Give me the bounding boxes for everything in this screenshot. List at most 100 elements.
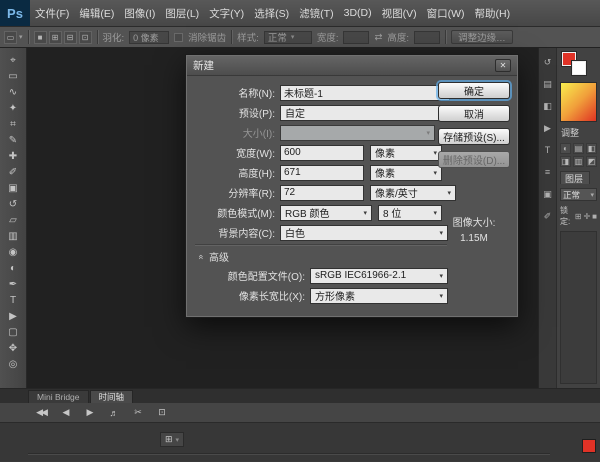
tab-mini-bridge[interactable]: Mini Bridge (28, 390, 89, 403)
antialias-checkbox[interactable] (174, 32, 184, 42)
menu-edit[interactable]: 编辑(E) (74, 0, 119, 26)
clone-source-panel-icon[interactable]: ▣ (542, 188, 554, 200)
tab-timeline[interactable]: 时间轴 (89, 390, 134, 403)
history-brush-tool-icon[interactable]: ↺ (2, 197, 24, 213)
color-mode-select[interactable]: RGB 颜色 ▾ (280, 204, 372, 221)
marquee-tool-icon[interactable]: ▭ (2, 69, 24, 85)
brush-presets-panel-icon[interactable]: ✐ (542, 210, 554, 222)
play-button[interactable]: ▶ (82, 406, 96, 420)
resolution-input[interactable] (280, 184, 364, 201)
move-tool-icon[interactable]: ⌖ (2, 53, 24, 69)
crop-tool-icon[interactable]: ⌗ (2, 117, 24, 133)
subtract-from-selection-icon[interactable]: ⊟ (63, 30, 77, 44)
menu-filter[interactable]: 滤镜(T) (294, 0, 338, 26)
menu-type[interactable]: 文字(Y) (204, 0, 249, 26)
brush-tool-icon[interactable]: ✐ (2, 165, 24, 181)
adjustment-icon[interactable]: ▥ (573, 156, 584, 167)
paragraph-panel-icon[interactable]: ≡ (542, 166, 554, 178)
preset-select[interactable]: 自定 ▾ (280, 104, 450, 121)
width-label: 宽度: (316, 33, 339, 44)
adjustment-icon[interactable]: ▤ (573, 143, 584, 154)
layers-panel-tab[interactable]: 图层 (560, 171, 590, 184)
adjustment-icon[interactable]: ◧ (586, 143, 597, 154)
dodge-tool-icon[interactable]: ◐ (2, 261, 24, 277)
feather-input[interactable]: 0 像素 (129, 30, 170, 44)
width-input[interactable] (343, 30, 370, 44)
background-color-swatch[interactable] (571, 60, 587, 76)
actions-panel-icon[interactable]: ▶ (542, 122, 554, 134)
chevron-down-icon: ▾ (433, 149, 437, 157)
menu-window[interactable]: 窗口(W) (422, 0, 470, 26)
info-panel-icon[interactable]: ◧ (542, 100, 554, 112)
close-icon[interactable]: ✕ (495, 59, 511, 72)
audio-toggle-button[interactable]: ♬ (106, 406, 120, 420)
color-spectrum-ramp[interactable] (560, 82, 597, 122)
menu-3d[interactable]: 3D(D) (339, 0, 377, 26)
new-selection-icon[interactable]: ■ (33, 30, 47, 44)
panel-dock: ↺ ▤ ◧ ▶ T ≡ ▣ ✐ 调整 ◐ ▤ ◧ ◨ ▥ ◩ 图层 正常 ▾ 锁… (538, 48, 600, 388)
type-tool-icon[interactable]: T (2, 293, 24, 309)
lock-all-icon[interactable]: ■ (592, 212, 597, 221)
quick-selection-tool-icon[interactable]: ✦ (2, 101, 24, 117)
shape-tool-icon[interactable]: ▢ (2, 325, 24, 341)
menu-image[interactable]: 图像(I) (119, 0, 160, 26)
menu-select[interactable]: 选择(S) (249, 0, 294, 26)
tool-preset-dropdown[interactable]: ▭ ▾ (4, 30, 23, 44)
ok-button[interactable]: 确定 (438, 82, 510, 99)
eraser-tool-icon[interactable]: ▱ (2, 213, 24, 229)
width-unit-select[interactable]: 像素 ▾ (370, 144, 442, 161)
panel-icon-strip: ↺ ▤ ◧ ▶ T ≡ ▣ ✐ (539, 48, 557, 388)
eyedropper-tool-icon[interactable]: ✎ (2, 133, 24, 149)
style-select[interactable]: 正常 ▾ (263, 30, 312, 44)
previous-frame-button[interactable]: ◀ (58, 406, 72, 420)
delete-preset-button: 删除预设(D)... (438, 151, 510, 168)
menu-view[interactable]: 视图(V) (377, 0, 422, 26)
cancel-button[interactable]: 取消 (438, 105, 510, 122)
refine-edge-button[interactable]: 调整边缘… (451, 30, 513, 44)
name-input[interactable] (280, 84, 450, 101)
menu-file[interactable]: 文件(F) (30, 0, 74, 26)
save-preset-button[interactable]: 存储预设(S)... (438, 128, 510, 145)
height-unit-select[interactable]: 像素 ▾ (370, 164, 442, 181)
bit-depth-select[interactable]: 8 位 ▾ (378, 204, 442, 221)
swap-dimensions-icon[interactable]: ⇄ (374, 32, 382, 43)
red-swatch-icon[interactable] (582, 439, 596, 453)
photoshop-logo: Ps (0, 0, 30, 26)
height-input[interactable] (414, 30, 441, 44)
dialog-title-bar[interactable]: 新建 ✕ (187, 56, 517, 76)
properties-panel-icon[interactable]: ▤ (542, 78, 554, 90)
background-select[interactable]: 白色 ▾ (280, 224, 448, 241)
color-profile-select[interactable]: sRGB IEC61966-2.1 ▾ (310, 267, 448, 284)
menu-layer[interactable]: 图层(L) (160, 0, 204, 26)
pen-tool-icon[interactable]: ✒ (2, 277, 24, 293)
width-input[interactable] (280, 144, 364, 161)
adjustment-icon[interactable]: ◨ (560, 156, 571, 167)
height-input[interactable] (280, 164, 364, 181)
lasso-tool-icon[interactable]: ∿ (2, 85, 24, 101)
pixel-aspect-select[interactable]: 方形像素 ▾ (310, 287, 448, 304)
hand-tool-icon[interactable]: ✥ (2, 341, 24, 357)
menu-help[interactable]: 帮助(H) (470, 0, 516, 26)
adjustment-icon[interactable]: ◐ (560, 143, 571, 154)
add-to-selection-icon[interactable]: ⊞ (48, 30, 62, 44)
character-panel-icon[interactable]: T (542, 144, 554, 156)
lock-transparency-icon[interactable]: ⊞ (575, 212, 582, 221)
clone-stamp-tool-icon[interactable]: ▣ (2, 181, 24, 197)
path-selection-tool-icon[interactable]: ▶ (2, 309, 24, 325)
blend-mode-select[interactable]: 正常 ▾ (560, 188, 597, 201)
lock-position-icon[interactable]: ✛ (583, 212, 590, 221)
history-panel-icon[interactable]: ↺ (542, 56, 554, 68)
frame-options-button[interactable]: ⊡ (154, 406, 168, 420)
layer-list[interactable] (560, 231, 597, 384)
timeline-menu-dropdown[interactable]: ⊞ ▾ (160, 432, 185, 447)
advanced-section-header[interactable]: « 高级 (197, 249, 517, 264)
intersect-selection-icon[interactable]: ⊡ (78, 30, 92, 44)
zoom-tool-icon[interactable]: ◎ (2, 357, 24, 373)
gradient-tool-icon[interactable]: ▥ (2, 229, 24, 245)
trim-button[interactable]: ✂ (130, 406, 144, 420)
timeline-track (28, 453, 550, 454)
rewind-button[interactable]: ◀◀ (34, 406, 48, 420)
adjustment-icon[interactable]: ◩ (586, 156, 597, 167)
blur-tool-icon[interactable]: ◉ (2, 245, 24, 261)
healing-brush-tool-icon[interactable]: ✚ (2, 149, 24, 165)
